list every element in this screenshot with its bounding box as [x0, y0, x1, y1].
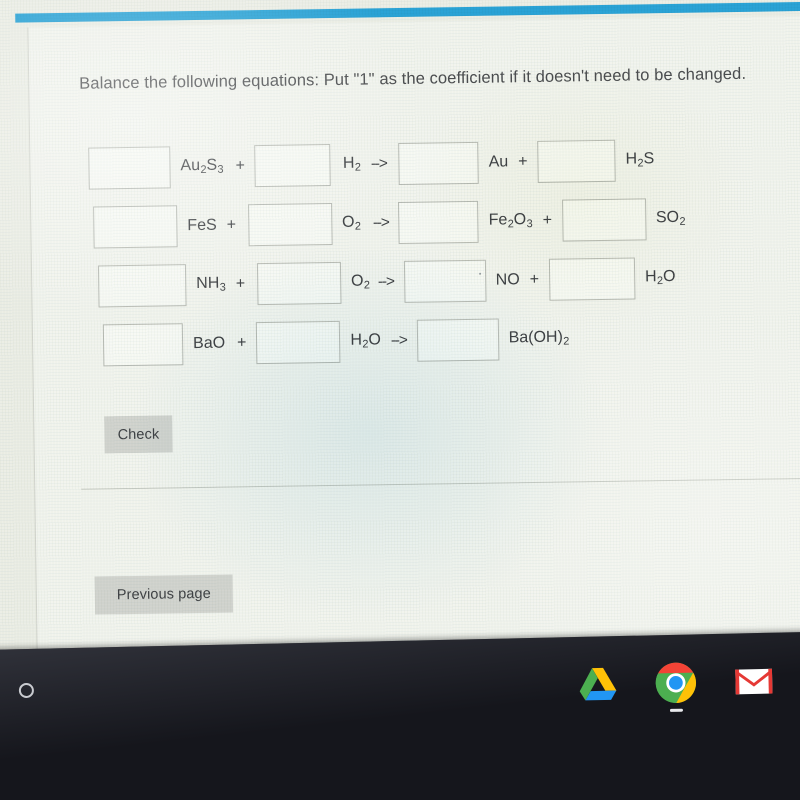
product-2-formula: H2O: [644, 267, 676, 287]
page-title: Balance the following equations: Put "1"…: [79, 64, 747, 93]
active-app-indicator: [669, 708, 684, 712]
plus-operator-2: +: [518, 152, 528, 170]
reactant-2-formula: H2O: [350, 330, 381, 351]
coefficient-input-2[interactable]: [247, 202, 333, 246]
plus-operator-2: +: [529, 270, 540, 288]
browser-viewport: Balance the following equations: Put "1"…: [0, 0, 800, 687]
coefficient-input-1[interactable]: [97, 263, 187, 307]
previous-page-button[interactable]: Previous page: [94, 574, 234, 615]
equation-row: BaO + H2O --> Ba(OH)2: [91, 305, 792, 374]
coefficient-input-1[interactable]: [88, 145, 171, 190]
coefficient-input-3[interactable]: [403, 259, 487, 303]
section-divider: [81, 477, 800, 490]
coefficient-input-2[interactable]: [256, 261, 342, 305]
product-1-formula: Ba(OH)2: [508, 328, 570, 348]
reactant-1-formula: BaO: [192, 334, 226, 352]
equation-row: Au2S3 + H2 --> Au + H2S: [88, 128, 789, 197]
equation-row: FeS + O2 --> Fe2O3 + SO2: [89, 187, 790, 256]
shelf-icon-list: [575, 659, 776, 712]
reactant-2-formula: O2: [341, 213, 362, 233]
product-2-formula: H2S: [625, 149, 655, 169]
product-2-formula: SO2: [655, 208, 686, 228]
bezel-sheen: [0, 631, 800, 800]
coefficient-input-4[interactable]: [537, 139, 616, 183]
coefficient-input-1[interactable]: [93, 204, 178, 249]
yields-arrow: -->: [390, 331, 407, 349]
worksheet-card: Balance the following equations: Put "1"…: [27, 15, 800, 668]
coefficient-input-2[interactable]: [254, 143, 332, 187]
coefficient-input-3[interactable]: [416, 318, 499, 362]
coefficient-input-3[interactable]: [398, 141, 479, 185]
coefficient-input-2[interactable]: [256, 320, 341, 364]
chromebook-shelf: [0, 631, 800, 800]
plus-operator-1: +: [236, 333, 247, 351]
reactant-2-formula: O2: [350, 272, 371, 292]
circle-launcher-icon[interactable]: [18, 682, 35, 699]
reactant-1-formula: NH3: [196, 274, 226, 294]
reactant-2-formula: H2: [342, 154, 362, 174]
product-1-formula: Fe2O3: [488, 210, 533, 230]
product-1-formula: Au: [488, 152, 509, 171]
yields-arrow: -->: [372, 213, 389, 231]
equation-row: NH3 + O2 --> NO + H2O: [90, 246, 791, 315]
google-chrome-icon[interactable]: [653, 660, 698, 712]
coefficient-input-3[interactable]: [398, 200, 479, 244]
screen-dust-artifact: [479, 272, 482, 275]
plus-operator-1: +: [235, 156, 246, 174]
google-drive-icon[interactable]: [575, 662, 620, 707]
coefficient-input-1[interactable]: [102, 322, 184, 366]
yields-arrow: -->: [377, 272, 394, 290]
equation-list: Au2S3 + H2 --> Au + H2S FeS + O2 --> Fe2O3 + SO2 NH3 + O…: [88, 128, 791, 374]
photographed-chromebook-screen: Balance the following equations: Put "1"…: [0, 0, 800, 800]
plus-operator-2: +: [542, 211, 553, 229]
check-button[interactable]: Check: [104, 415, 173, 454]
gmail-icon[interactable]: [731, 659, 776, 704]
coefficient-input-4[interactable]: [561, 197, 647, 242]
reactant-1-formula: Au2S3: [180, 156, 224, 176]
coefficient-input-4[interactable]: [548, 257, 636, 301]
product-1-formula: NO: [495, 270, 520, 289]
plus-operator-1: +: [226, 215, 237, 234]
reactant-1-formula: FeS: [187, 216, 217, 234]
plus-operator-1: +: [235, 274, 246, 292]
yields-arrow: -->: [370, 154, 387, 172]
